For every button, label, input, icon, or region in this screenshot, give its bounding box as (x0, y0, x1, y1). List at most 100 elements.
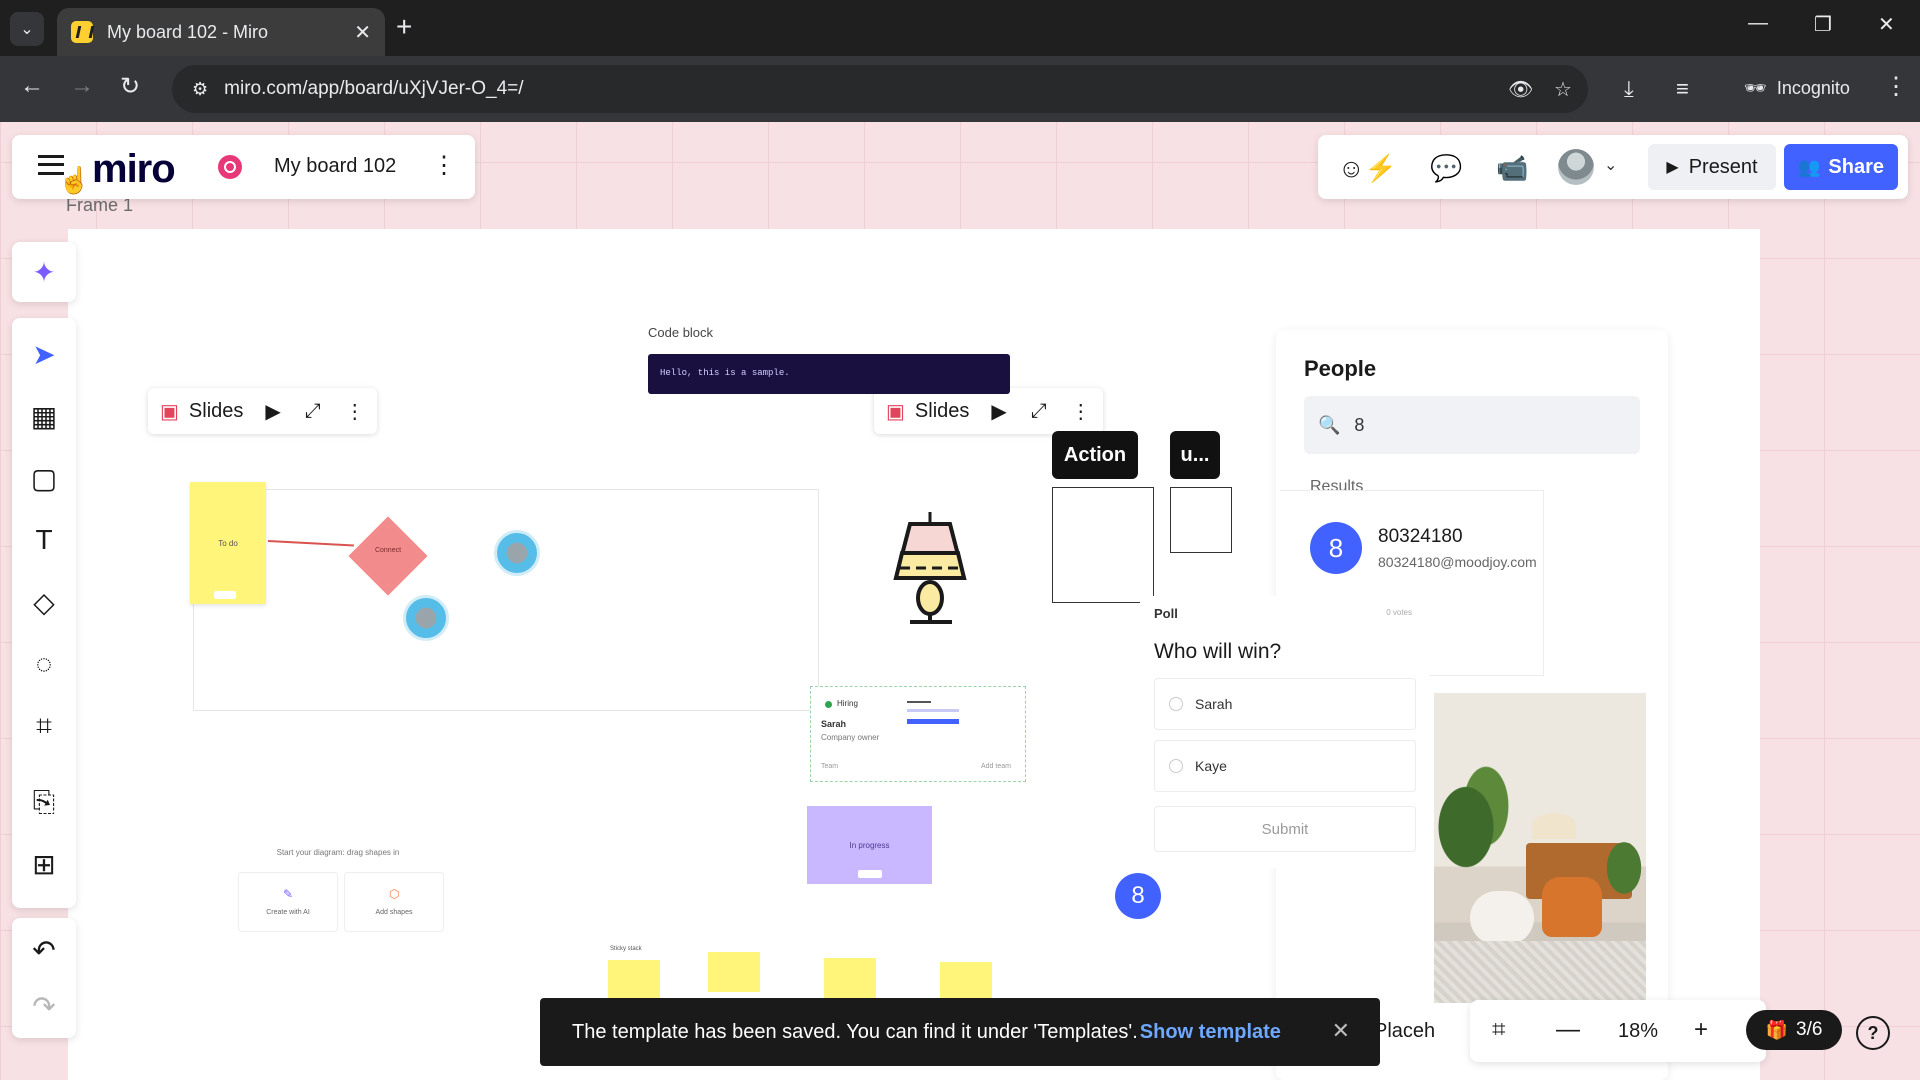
present-button[interactable]: ▶ Present (1648, 144, 1776, 190)
profile-role: Company owner (821, 733, 880, 742)
zoom-level[interactable]: 18% (1618, 1020, 1658, 1043)
slides-icon: ▣ (886, 400, 905, 423)
pages-badge[interactable]: 🎁 3/6 (1746, 1010, 1842, 1050)
play-slides-icon[interactable]: ▶ (991, 399, 1006, 424)
more-options-icon[interactable]: ⋮ (1071, 399, 1091, 424)
empty-shape[interactable] (1052, 487, 1154, 603)
undo-icon[interactable]: ↶ (12, 924, 76, 976)
diagram-frame[interactable] (193, 489, 819, 711)
profile-line (907, 709, 959, 712)
miro-favicon-icon (71, 21, 93, 43)
url-text: miro.com/app/board/uXjVJer-O_4=/ (224, 78, 524, 99)
browser-menu-icon[interactable]: ⋮ (1884, 72, 1908, 101)
code-block[interactable]: Hello, this is a sample. (648, 354, 1010, 394)
zoom-out-icon[interactable]: — (1556, 1016, 1580, 1044)
reload-icon[interactable]: ↻ (120, 72, 140, 101)
video-call-icon[interactable]: 📹 (1496, 153, 1528, 184)
poll-widget[interactable]: Poll 0 votes Who will win? Sarah Kaye Su… (1140, 596, 1430, 868)
poll-option-sarah[interactable]: Sarah (1154, 678, 1416, 730)
user-avatar[interactable] (1558, 149, 1594, 185)
small-sticky-note[interactable] (940, 962, 992, 1002)
fit-to-screen-icon[interactable]: ⌗ (1492, 1016, 1506, 1044)
forward-icon[interactable]: → (70, 72, 94, 100)
toast-close-icon[interactable]: ✕ (1332, 1018, 1350, 1044)
poll-option-label: Sarah (1195, 696, 1233, 712)
bookmark-star-icon[interactable]: ☆ (1554, 77, 1572, 102)
empty-shape[interactable] (1170, 487, 1232, 553)
apps-icon[interactable]: ⎘ (12, 776, 76, 828)
miro-logo[interactable]: miro (92, 147, 176, 192)
room-photo-image[interactable] (1434, 693, 1646, 1003)
back-icon[interactable]: ← (20, 72, 44, 100)
share-label: Share (1828, 155, 1884, 178)
profile-team: Team (821, 763, 839, 770)
collaborator-cursor-badge[interactable]: 8 (1115, 873, 1161, 919)
eye-off-icon[interactable]: 👁 (1508, 77, 1533, 102)
expand-icon[interactable]: ⤢ (1031, 400, 1047, 423)
restore-icon[interactable]: ❐ (1814, 12, 1832, 37)
lamp-shape (1532, 813, 1576, 839)
search-icon: 🔍 (1318, 414, 1341, 435)
download-icon[interactable]: ⤓ (1624, 76, 1634, 102)
expand-icon[interactable]: ⤢ (305, 400, 321, 423)
profile-card[interactable]: Hiring Sarah Company owner Team Add team (810, 686, 1026, 782)
user-tag[interactable]: u... (1170, 431, 1220, 479)
create-with-ai-card[interactable]: ✎ Create with AI (238, 872, 338, 932)
zoom-in-icon[interactable]: + (1694, 1016, 1708, 1044)
more-tools-icon[interactable]: ⊞ (12, 838, 76, 890)
avatar-bubble[interactable] (494, 530, 540, 576)
board-name[interactable]: My board 102 (274, 155, 396, 178)
action-tag[interactable]: Action (1052, 431, 1138, 479)
reactions-icon[interactable]: ☺⚡ (1338, 153, 1397, 184)
address-bar[interactable]: ⚙ miro.com/app/board/uXjVJer-O_4=/ 👁 ☆ (172, 65, 1588, 113)
board-header-panel: ☝ miro My board 102 ⋮ (12, 135, 475, 199)
poll-option-kaye[interactable]: Kaye (1154, 740, 1416, 792)
small-sticky-note[interactable] (824, 958, 876, 998)
tab-search-dropdown-icon[interactable]: ⌄ (10, 12, 44, 46)
help-icon[interactable]: ? (1856, 1016, 1890, 1050)
new-tab-button[interactable]: + (396, 12, 412, 42)
minimize-icon[interactable]: — (1748, 12, 1768, 35)
board-options-icon[interactable]: ⋮ (432, 151, 456, 180)
browser-tab-active[interactable]: My board 102 - Miro ✕ (57, 8, 385, 56)
profile-add-team[interactable]: Add team (981, 763, 1011, 770)
slides-icon: ▣ (160, 400, 179, 423)
text-tool-icon[interactable]: T (12, 514, 76, 566)
sticky-note-icon[interactable]: ▢ (12, 452, 76, 504)
people-search-input[interactable]: 🔍 8 (1304, 396, 1640, 454)
incognito-indicator[interactable]: 🕶 Incognito (1726, 64, 1868, 112)
show-template-link[interactable]: Show template (1140, 1021, 1281, 1044)
lamp-illustration[interactable] (880, 508, 980, 628)
more-options-icon[interactable]: ⋮ (345, 399, 365, 424)
lasso-icon[interactable]: ◌ (12, 638, 76, 690)
poll-question: Who will win? (1154, 640, 1282, 663)
incognito-label: Incognito (1776, 77, 1850, 98)
site-info-icon[interactable]: ⚙ (192, 79, 208, 100)
shapes-icon[interactable]: ◇ (12, 576, 76, 628)
media-control-icon[interactable]: ≡ (1676, 76, 1689, 102)
slides-label[interactable]: Slides (915, 400, 969, 423)
templates-icon[interactable]: ▦ (12, 390, 76, 442)
share-button[interactable]: 👥 Share (1784, 144, 1898, 190)
zoom-panel: ⌗ — 18% + (1470, 1000, 1766, 1062)
pages-count: 3/6 (1796, 1019, 1823, 1040)
ai-sparkle-icon: ✎ (283, 887, 294, 901)
small-sticky-note[interactable] (708, 952, 760, 992)
select-tool-icon[interactable]: ➤ (12, 328, 76, 380)
poll-submit-button[interactable]: Submit (1154, 806, 1416, 852)
play-icon: ▶ (1666, 159, 1679, 176)
chevron-down-icon[interactable]: ⌄ (1604, 155, 1617, 175)
people-title: People (1304, 356, 1377, 381)
slides-label[interactable]: Slides (189, 400, 243, 423)
small-sticky-note[interactable] (608, 960, 660, 1000)
tab-close-icon[interactable]: ✕ (354, 20, 371, 45)
sticky-note[interactable]: To do (190, 482, 266, 604)
frame-tool-icon[interactable]: ⌗ (12, 700, 76, 752)
close-window-icon[interactable]: ✕ (1878, 12, 1895, 37)
play-slides-icon[interactable]: ▶ (265, 399, 280, 424)
avatar-bubble[interactable] (403, 595, 449, 641)
comments-icon[interactable]: 💬 (1430, 153, 1462, 184)
redo-icon[interactable]: ↷ (12, 980, 76, 1032)
add-shapes-card[interactable]: ⬡ Add shapes (344, 872, 444, 932)
ai-assist-icon[interactable]: ✦ (12, 242, 76, 302)
